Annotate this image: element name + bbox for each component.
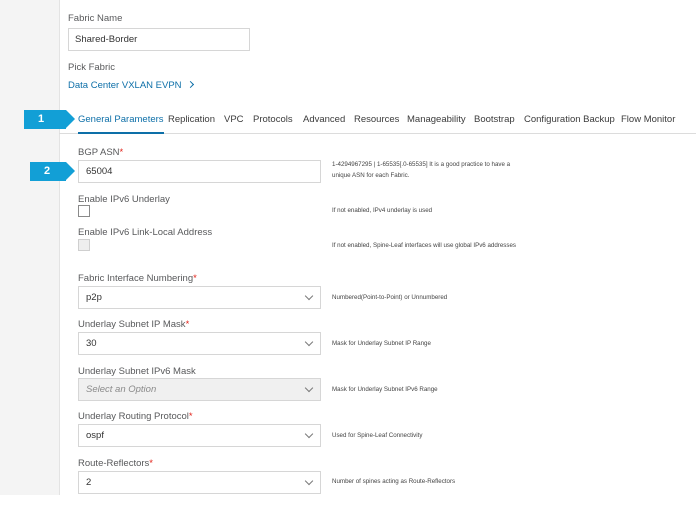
required-marker: * — [119, 147, 124, 158]
tab-bar: General Parameters Replication VPC Proto… — [59, 103, 696, 134]
page-canvas: Fabric Name Shared-Border Pick Fabric Da… — [0, 0, 696, 495]
bgp-asn-label-text: BGP ASN — [78, 147, 120, 158]
subnet-mask-help: Mask for Underlay Subnet IP Range — [332, 340, 431, 347]
subnet-ipv6-mask-select: Select an Option — [78, 378, 321, 401]
required-marker: * — [185, 319, 190, 330]
bgp-asn-label: BGP ASN* — [78, 147, 123, 158]
subnet-ipv6-mask-label: Underlay Subnet IPv6 Mask — [78, 366, 196, 377]
chevron-down-icon — [304, 291, 314, 301]
ipv6-link-local-label: Enable IPv6 Link-Local Address — [78, 227, 213, 238]
tab-replication[interactable]: Replication — [168, 103, 215, 134]
required-marker: * — [188, 411, 193, 422]
pick-fabric-link[interactable]: Data Center VXLAN EVPN — [68, 80, 194, 91]
tab-flow-monitor[interactable]: Flow Monitor — [621, 103, 675, 134]
routing-protocol-value: ospf — [86, 430, 104, 441]
chevron-down-icon — [304, 383, 314, 393]
chevron-right-icon — [186, 80, 194, 89]
tab-manageability[interactable]: Manageability — [407, 103, 466, 134]
ipv6-underlay-help: If not enabled, IPv4 underlay is used — [332, 207, 433, 214]
fabric-name-label: Fabric Name — [68, 13, 123, 24]
interface-numbering-select[interactable]: p2p — [78, 286, 321, 309]
chevron-down-icon — [304, 337, 314, 347]
callout-2-badge: 2 — [30, 162, 75, 181]
ipv6-underlay-label: Enable IPv6 Underlay — [78, 194, 170, 205]
tab-protocols[interactable]: Protocols — [253, 103, 293, 134]
fabric-name-input[interactable]: Shared-Border — [68, 28, 250, 51]
route-reflectors-label-text: Route-Reflectors — [78, 458, 150, 469]
route-reflectors-label: Route-Reflectors* — [78, 458, 153, 469]
tab-advanced[interactable]: Advanced — [303, 103, 345, 134]
subnet-mask-value: 30 — [86, 338, 97, 349]
route-reflectors-value: 2 — [86, 477, 92, 488]
routing-protocol-label: Underlay Routing Protocol* — [78, 411, 193, 422]
interface-numbering-help: Numbered(Point-to-Point) or Unnumbered — [332, 294, 448, 301]
pick-fabric-link-text: Data Center VXLAN EVPN — [68, 80, 182, 91]
ipv6-link-local-checkbox — [78, 239, 90, 251]
routing-protocol-select[interactable]: ospf — [78, 424, 321, 447]
required-marker: * — [149, 458, 153, 469]
bgp-asn-input[interactable]: 65004 — [78, 160, 321, 183]
interface-numbering-value: p2p — [86, 292, 102, 303]
tab-general-parameters[interactable]: General Parameters — [78, 103, 164, 134]
chevron-down-icon — [304, 429, 314, 439]
routing-protocol-help: Used for Spine-Leaf Connectivity — [332, 432, 423, 439]
bgp-asn-help: 1-4294967295 | 1-65535[.0-65535] It is a… — [332, 161, 511, 179]
required-marker: * — [193, 273, 197, 284]
tab-vpc[interactable]: VPC — [224, 103, 244, 134]
callout-1-badge: 1 — [24, 110, 75, 129]
interface-numbering-label: Fabric Interface Numbering* — [78, 273, 197, 284]
route-reflectors-help: Number of spines acting as Route-Reflect… — [332, 478, 456, 485]
subnet-mask-select[interactable]: 30 — [78, 332, 321, 355]
ipv6-link-local-help: If not enabled, Spine-Leaf interfaces wi… — [332, 242, 517, 249]
routing-protocol-label-text: Underlay Routing Protocol — [78, 411, 189, 422]
tab-configuration-backup[interactable]: Configuration Backup — [524, 103, 615, 134]
route-reflectors-select[interactable]: 2 — [78, 471, 321, 494]
subnet-ipv6-mask-placeholder: Select an Option — [86, 384, 157, 395]
subnet-mask-label-text: Underlay Subnet IP Mask — [78, 319, 186, 330]
pick-fabric-label: Pick Fabric — [68, 62, 115, 73]
subnet-ipv6-mask-help: Mask for Underlay Subnet IPv6 Range — [332, 386, 438, 393]
tab-bootstrap[interactable]: Bootstrap — [474, 103, 515, 134]
subnet-mask-label: Underlay Subnet IP Mask* — [78, 319, 189, 330]
interface-numbering-label-text: Fabric Interface Numbering — [78, 273, 194, 284]
tab-resources[interactable]: Resources — [354, 103, 399, 134]
ipv6-underlay-checkbox[interactable] — [78, 205, 90, 217]
chevron-down-icon — [304, 476, 314, 486]
